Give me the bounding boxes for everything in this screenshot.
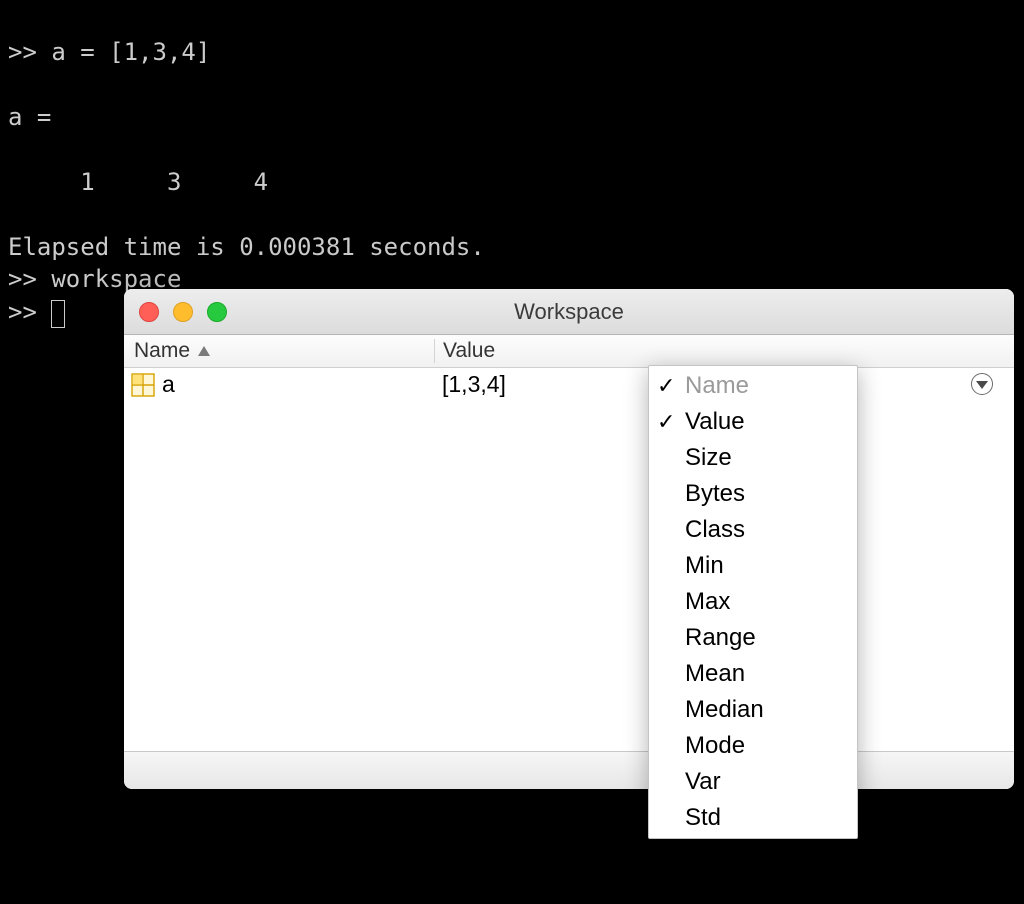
terminal-prompt: >> <box>8 298 51 326</box>
menu-item-label: Bytes <box>685 480 745 508</box>
menu-item-label: Class <box>685 516 745 544</box>
variable-value: [1,3,4] <box>442 371 506 397</box>
terminal-line: 1 3 4 <box>8 168 268 196</box>
menu-item-label: Var <box>685 768 721 796</box>
menu-item-label: Mean <box>685 660 745 688</box>
column-header-name-label: Name <box>134 339 190 363</box>
terminal-line: >> a = [1,3,4] <box>8 38 210 66</box>
checkmark-icon: ✓ <box>657 373 675 399</box>
column-header-value[interactable]: Value <box>434 339 1014 363</box>
terminal-cursor[interactable] <box>51 300 65 328</box>
menu-item-label: Range <box>685 624 756 652</box>
matrix-variable-icon <box>131 373 155 397</box>
variable-name: a <box>162 371 175 398</box>
menu-item-label: Size <box>685 444 732 472</box>
checkmark-icon: ✓ <box>657 409 675 435</box>
menu-item-max[interactable]: Max <box>649 584 857 620</box>
menu-item-label: Max <box>685 588 730 616</box>
menu-item-label: Name <box>685 372 749 400</box>
menu-item-bytes[interactable]: Bytes <box>649 476 857 512</box>
menu-item-class[interactable]: Class <box>649 512 857 548</box>
menu-item-median[interactable]: Median <box>649 692 857 728</box>
menu-item-label: Min <box>685 552 724 580</box>
table-row[interactable]: a [1,3,4] <box>124 368 1014 401</box>
menu-item-std[interactable]: Std <box>649 800 857 836</box>
terminal-line: Elapsed time is 0.000381 seconds. <box>8 233 485 261</box>
close-button[interactable] <box>139 302 159 322</box>
column-context-menu: ✓ Name ✓ Value Size Bytes Class Min Max … <box>648 365 858 839</box>
menu-item-mode[interactable]: Mode <box>649 728 857 764</box>
sort-ascending-icon <box>198 346 210 356</box>
minimize-button[interactable] <box>173 302 193 322</box>
menu-item-label: Median <box>685 696 764 724</box>
menu-item-range[interactable]: Range <box>649 620 857 656</box>
variable-name-cell: a <box>124 371 434 398</box>
menu-item-name[interactable]: ✓ Name <box>649 368 857 404</box>
menu-item-label: Mode <box>685 732 745 760</box>
window-footer <box>124 751 1014 789</box>
menu-item-var[interactable]: Var <box>649 764 857 800</box>
menu-item-value[interactable]: ✓ Value <box>649 404 857 440</box>
menu-item-mean[interactable]: Mean <box>649 656 857 692</box>
menu-item-min[interactable]: Min <box>649 548 857 584</box>
workspace-window: Workspace Name Value a <box>124 289 1014 789</box>
maximize-button[interactable] <box>207 302 227 322</box>
terminal-line: a = <box>8 103 51 131</box>
column-options-button[interactable] <box>971 373 993 395</box>
variable-value-cell: [1,3,4] <box>434 371 506 398</box>
menu-item-label: Value <box>685 408 745 436</box>
menu-item-size[interactable]: Size <box>649 440 857 476</box>
column-header-name[interactable]: Name <box>124 339 434 363</box>
table-header: Name Value <box>124 335 1014 368</box>
window-title: Workspace <box>514 299 624 325</box>
traffic-lights <box>139 302 227 322</box>
column-header-value-label: Value <box>443 339 495 362</box>
table-body: a [1,3,4] <box>124 368 1014 751</box>
window-titlebar[interactable]: Workspace <box>124 289 1014 335</box>
menu-item-label: Std <box>685 804 721 832</box>
terminal[interactable]: >> a = [1,3,4] a = 1 3 4 Elapsed time is… <box>0 0 1024 332</box>
